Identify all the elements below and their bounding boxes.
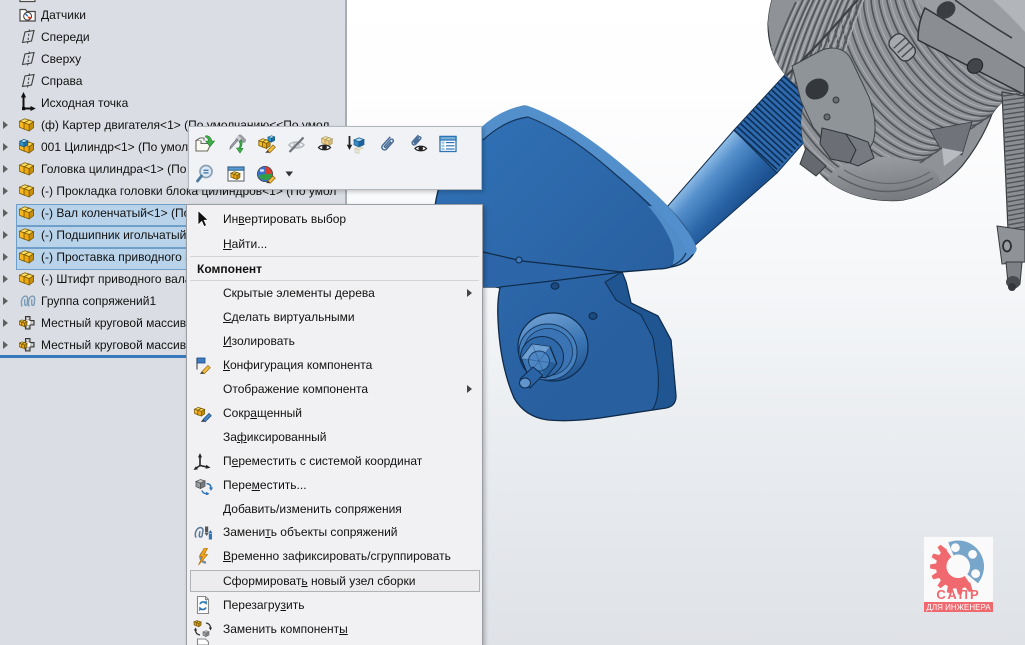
svg-text:ДЛЯ ИНЖЕНЕРА: ДЛЯ ИНЖЕНЕРА	[926, 603, 991, 612]
